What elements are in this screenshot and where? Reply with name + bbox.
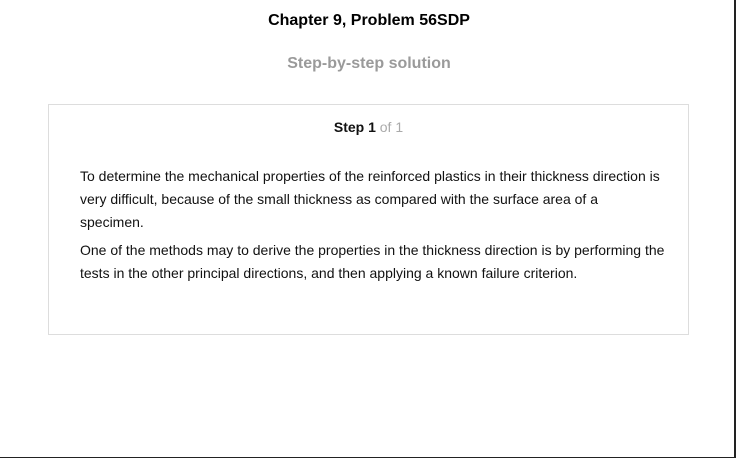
step-card: Step 1 of 1 To determine the mechanical …	[48, 104, 689, 335]
solution-subtitle: Step-by-step solution	[287, 55, 451, 72]
step-number: Step 1	[333, 119, 376, 135]
step-paragraph-1: To determine the mechanical properties o…	[80, 168, 660, 230]
step-paragraph-2: One of the methods may to derive the pro…	[80, 242, 665, 281]
step-total: of 1	[379, 119, 404, 135]
step-header: Step 1 of 1	[49, 119, 688, 135]
step-body: To determine the mechanical properties o…	[80, 165, 665, 290]
page-title: Chapter 9, Problem 56SDP	[268, 12, 470, 29]
